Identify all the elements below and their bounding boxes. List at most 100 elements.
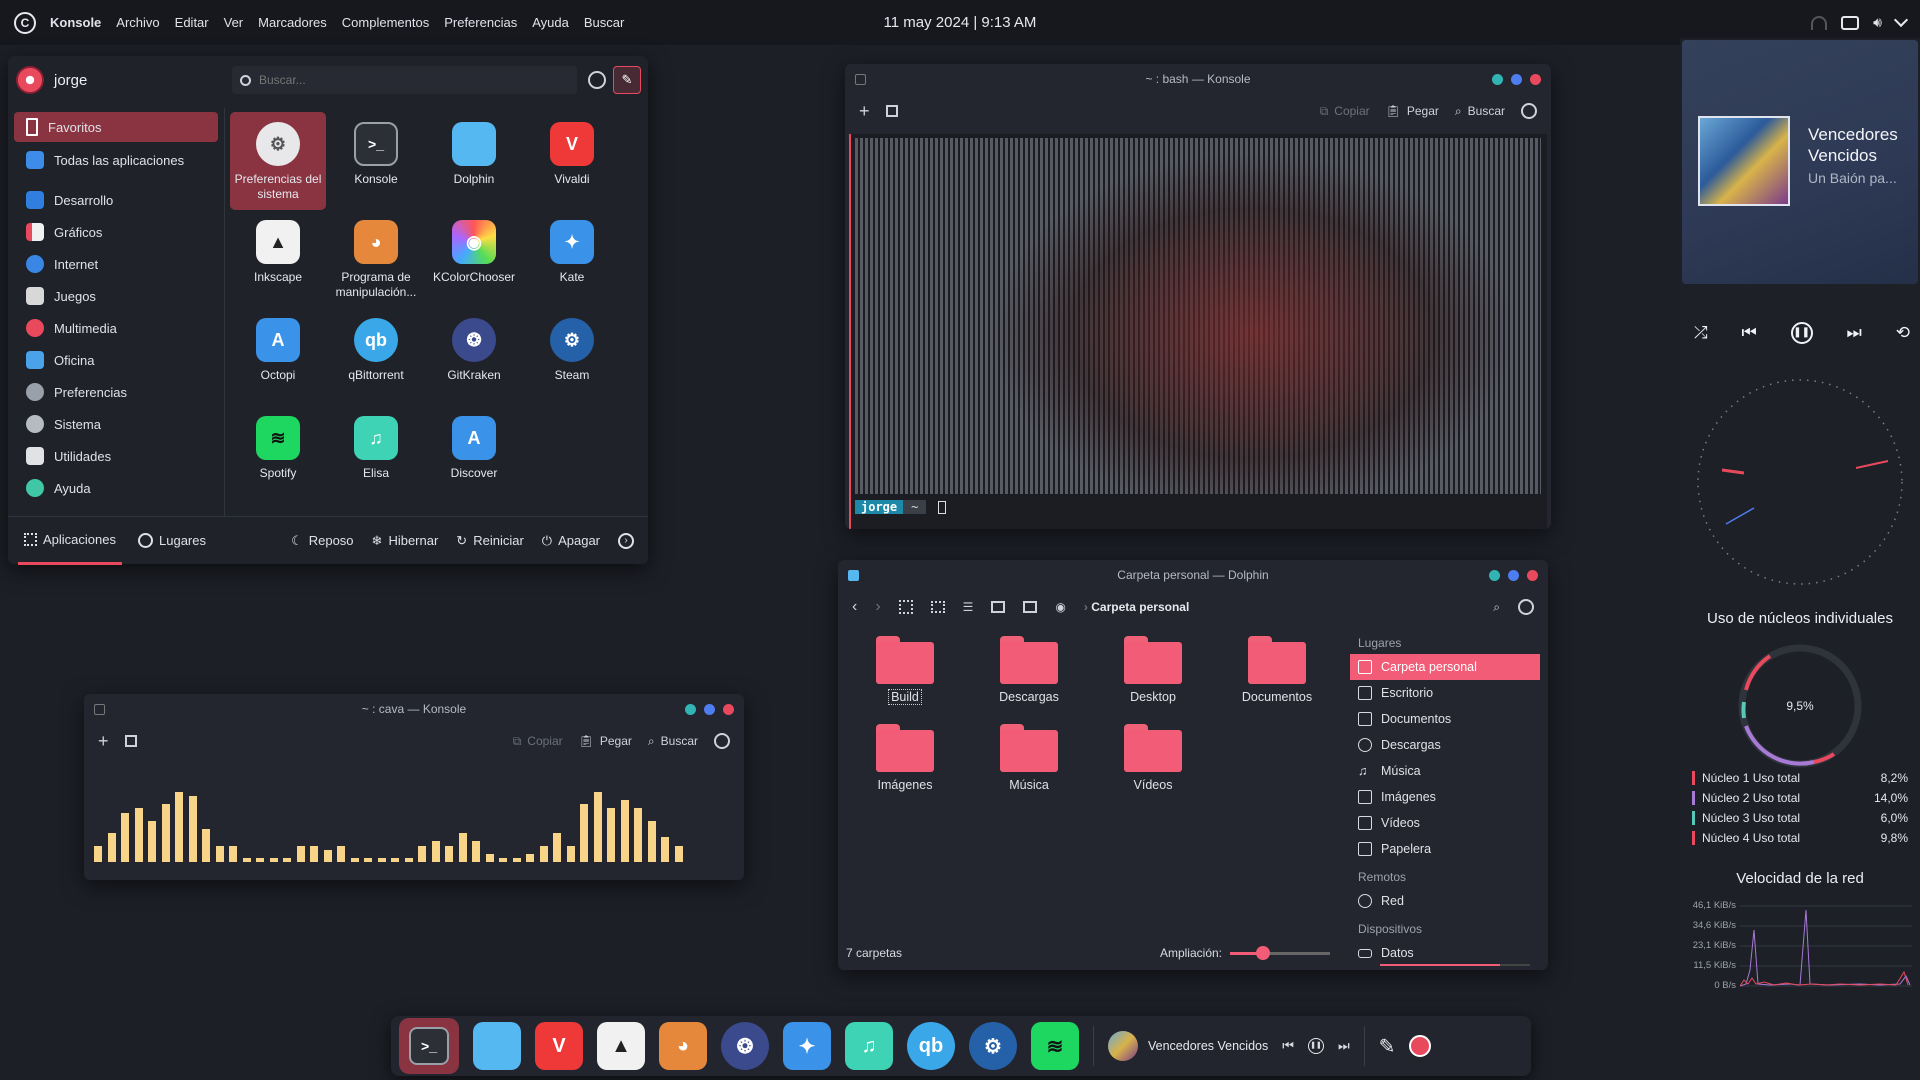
- tab-lugares[interactable]: Lugares: [138, 533, 206, 548]
- category-todas[interactable]: Todas las aplicaciones: [14, 144, 218, 176]
- app-qbittorrent[interactable]: qb qBittorrent: [328, 308, 424, 406]
- search-icon[interactable]: ⌕: [1493, 600, 1500, 615]
- category-ayuda[interactable]: Ayuda: [14, 472, 218, 504]
- split-view-icon[interactable]: [124, 735, 137, 747]
- more-options-icon[interactable]: ›: [618, 532, 634, 549]
- maximize-button[interactable]: [1508, 570, 1519, 581]
- back-icon[interactable]: ‹: [852, 598, 857, 616]
- record-icon[interactable]: [1409, 1035, 1432, 1057]
- details-view-icon[interactable]: ☰: [963, 600, 974, 614]
- hibernate-button[interactable]: ❄ Hibernar: [372, 533, 439, 549]
- avatar[interactable]: [16, 66, 44, 94]
- titlebar[interactable]: Carpeta personal — Dolphin: [838, 560, 1548, 590]
- app-kate[interactable]: ✦ Kate: [524, 210, 620, 308]
- restart-button[interactable]: ↻ Reiniciar: [456, 533, 523, 549]
- preview-icon[interactable]: [991, 601, 1006, 613]
- minimize-button[interactable]: [1492, 74, 1503, 85]
- dock-gimp[interactable]: ◕: [659, 1022, 707, 1070]
- app-discover[interactable]: A Discover: [426, 406, 522, 504]
- dock-album-art[interactable]: [1108, 1031, 1138, 1061]
- maximize-button[interactable]: [1511, 74, 1522, 85]
- menu-icon[interactable]: [714, 733, 730, 749]
- titlebar[interactable]: ~ : cava — Konsole: [84, 694, 744, 724]
- place-red[interactable]: Red: [1350, 888, 1540, 914]
- repeat-icon[interactable]: ⟲: [1896, 323, 1910, 343]
- category-graficos[interactable]: Gráficos: [14, 216, 218, 248]
- search-button[interactable]: ⌕ Buscar: [648, 734, 698, 749]
- breadcrumb[interactable]: › Carpeta personal: [1084, 600, 1189, 614]
- folder-documentos[interactable]: Documentos: [1222, 636, 1332, 704]
- new-tab-icon[interactable]: +: [98, 731, 109, 752]
- folder-imagenes[interactable]: Imágenes: [850, 724, 960, 792]
- dock-vivaldi[interactable]: V: [535, 1022, 583, 1070]
- icons-view-icon[interactable]: [898, 600, 913, 614]
- folder-videos[interactable]: Vídeos: [1098, 724, 1208, 792]
- sleep-button[interactable]: ☾ Reposo: [291, 533, 353, 549]
- menu-preferencias[interactable]: Preferencias: [444, 15, 517, 30]
- titlebar[interactable]: ~ : bash — Konsole: [845, 64, 1551, 94]
- next-icon[interactable]: ⏭︎: [1847, 323, 1862, 343]
- folder-musica[interactable]: Música: [974, 724, 1084, 792]
- place-musica[interactable]: ♫ Música: [1350, 758, 1540, 784]
- app-dolphin[interactable]: Dolphin: [426, 112, 522, 210]
- place-videos[interactable]: Vídeos: [1350, 810, 1540, 836]
- shutdown-button[interactable]: ⏻ Apagar: [542, 533, 600, 549]
- app-vivaldi[interactable]: V Vivaldi: [524, 112, 620, 210]
- menu-ver[interactable]: Ver: [224, 15, 244, 30]
- settings-icon[interactable]: [588, 71, 606, 89]
- menu-icon[interactable]: [1518, 599, 1534, 615]
- menu-editar[interactable]: Editar: [175, 15, 209, 30]
- copy-button[interactable]: ⧉ Copiar: [1320, 104, 1370, 119]
- minimize-button[interactable]: [685, 704, 696, 715]
- dock-qbittorrent[interactable]: qb: [907, 1022, 955, 1070]
- close-button[interactable]: [1527, 570, 1538, 581]
- app-inkscape[interactable]: ▲ Inkscape: [230, 210, 326, 308]
- app-elisa[interactable]: ♫ Elisa: [328, 406, 424, 504]
- place-documentos[interactable]: Documentos: [1350, 706, 1540, 732]
- place-papelera[interactable]: Papelera: [1350, 836, 1540, 862]
- folder-build[interactable]: Build: [850, 636, 960, 705]
- headphones-icon[interactable]: [1811, 15, 1828, 30]
- pause-icon[interactable]: ❚❚: [1790, 322, 1813, 344]
- search-field[interactable]: [232, 66, 577, 94]
- battery-icon[interactable]: [1841, 15, 1860, 30]
- dock-konsole[interactable]: >_: [399, 1018, 459, 1074]
- menu-marcadores[interactable]: Marcadores: [258, 15, 327, 30]
- app-konsole[interactable]: >_ Konsole: [328, 112, 424, 210]
- menu-ayuda[interactable]: Ayuda: [532, 15, 569, 30]
- app-gitkraken[interactable]: ❂ GitKraken: [426, 308, 522, 406]
- category-juegos[interactable]: Juegos: [14, 280, 218, 312]
- app-spotify[interactable]: ≋ Spotify: [230, 406, 326, 504]
- next-icon[interactable]: ⏭︎: [1338, 1038, 1350, 1054]
- dock-spotify[interactable]: ≋: [1031, 1022, 1079, 1070]
- split-icon[interactable]: [1023, 601, 1038, 613]
- paste-button[interactable]: 📋︎ Pegar: [579, 734, 632, 748]
- compact-view-icon[interactable]: [930, 601, 945, 613]
- category-internet[interactable]: Internet: [14, 248, 218, 280]
- category-preferencias[interactable]: Preferencias: [14, 376, 218, 408]
- minimize-button[interactable]: [1489, 570, 1500, 581]
- dock-elisa[interactable]: ♫: [845, 1022, 893, 1070]
- color-picker-icon[interactable]: ✎: [1379, 1034, 1396, 1059]
- dock-kate[interactable]: ✦: [783, 1022, 831, 1070]
- maximize-button[interactable]: [704, 704, 715, 715]
- place-imagenes[interactable]: Imágenes: [1350, 784, 1540, 810]
- copy-button[interactable]: ⧉ Copiar: [513, 734, 563, 749]
- dock-inkscape[interactable]: ▲: [597, 1022, 645, 1070]
- album-art[interactable]: [1698, 116, 1790, 206]
- zoom-slider[interactable]: [1230, 945, 1330, 960]
- app-launcher-icon[interactable]: C: [14, 11, 36, 34]
- pause-icon[interactable]: ❚❚: [1307, 1038, 1324, 1054]
- dock-gitkraken[interactable]: ❂: [721, 1022, 769, 1070]
- tab-aplicaciones[interactable]: Aplicaciones: [18, 517, 122, 565]
- close-button[interactable]: [1530, 74, 1541, 85]
- previous-icon[interactable]: ⏮︎: [1741, 323, 1756, 343]
- folder-desktop[interactable]: Desktop: [1098, 636, 1208, 704]
- paste-button[interactable]: 📋︎ Pegar: [1386, 104, 1439, 118]
- menu-buscar[interactable]: Buscar: [584, 15, 624, 30]
- shuffle-icon[interactable]: ⤮: [1694, 323, 1708, 343]
- forward-icon[interactable]: ›: [875, 598, 880, 616]
- menu-app-name[interactable]: Konsole: [50, 15, 101, 30]
- terminal-area[interactable]: jorge ~: [849, 134, 1547, 529]
- split-view-icon[interactable]: [885, 105, 898, 117]
